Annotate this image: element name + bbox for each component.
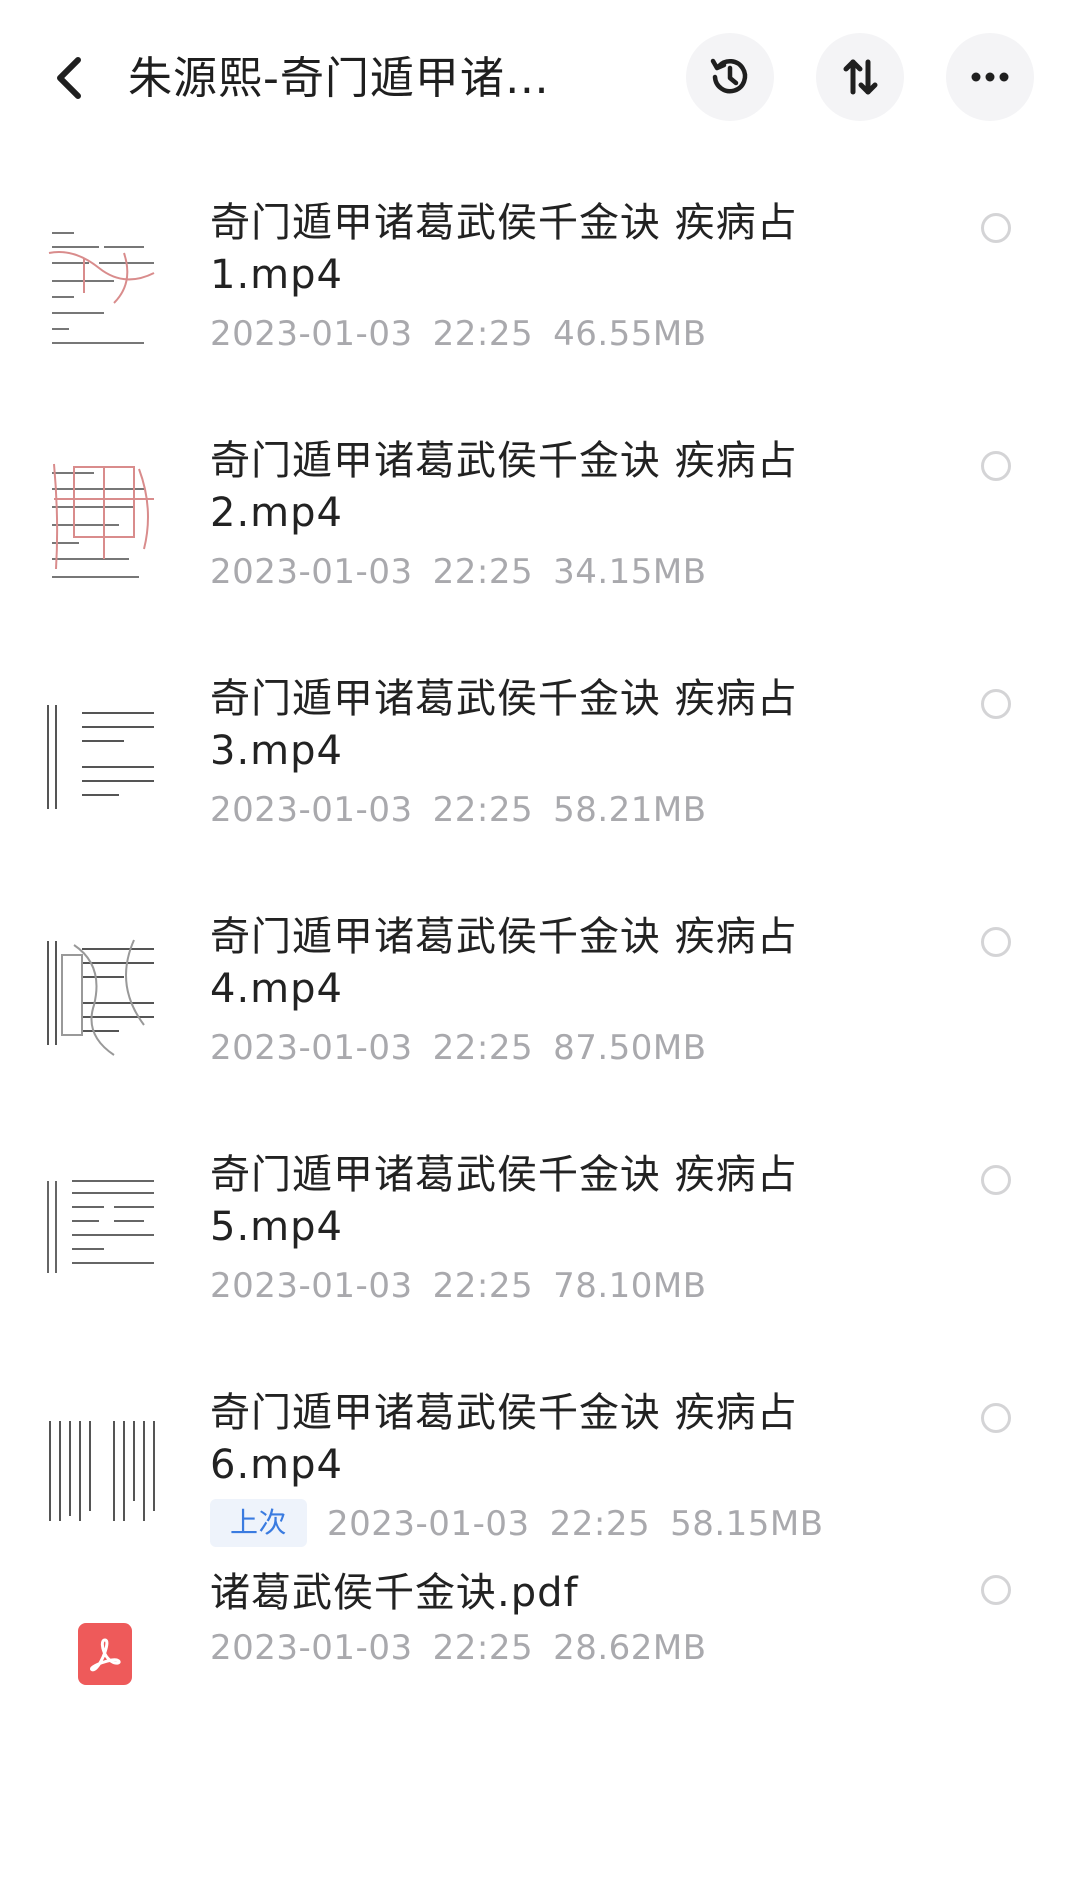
file-size: 34.15MB bbox=[553, 552, 707, 592]
file-size: 28.62MB bbox=[553, 1628, 707, 1668]
select-radio[interactable] bbox=[981, 1575, 1011, 1605]
list-item[interactable]: 奇门遁甲诸葛武侯千金诀 疾病占5.mp4 2023-01-03 22:25 78.1… bbox=[0, 1107, 1080, 1345]
select-radio[interactable] bbox=[981, 213, 1011, 243]
list-item[interactable]: 奇门遁甲诸葛武侯千金诀 疾病占3.mp4 2023-01-03 22:25 58.2… bbox=[0, 631, 1080, 869]
file-meta: 2023-01-03 22:25 34.15MB bbox=[210, 547, 727, 597]
history-button[interactable] bbox=[686, 33, 774, 121]
video-thumbnail bbox=[44, 1411, 164, 1541]
file-meta: 2023-01-03 22:25 58.21MB bbox=[210, 785, 727, 835]
video-thumbnail bbox=[44, 223, 164, 353]
list-item[interactable]: 奇门遁甲诸葛武侯千金诀 疾病占1.mp4 2023-01-03 22:25 46.5… bbox=[0, 155, 1080, 393]
file-meta: 2023-01-03 22:25 78.10MB bbox=[210, 1261, 727, 1311]
file-time: 22:25 bbox=[432, 790, 534, 830]
history-icon bbox=[710, 58, 748, 94]
file-time: 22:25 bbox=[432, 1266, 534, 1306]
pdf-file-icon bbox=[78, 1623, 132, 1685]
file-size: 58.15MB bbox=[670, 1504, 824, 1544]
file-meta: 2023-01-03 22:25 46.55MB bbox=[210, 309, 727, 359]
video-thumbnail bbox=[44, 1173, 164, 1303]
file-date: 2023-01-03 bbox=[210, 1028, 413, 1068]
file-meta: 上次 2023-01-03 22:25 58.15MB bbox=[210, 1499, 844, 1549]
sort-icon bbox=[843, 59, 878, 95]
video-thumbnail bbox=[44, 459, 164, 589]
file-size: 46.55MB bbox=[553, 314, 707, 354]
video-thumbnail bbox=[44, 699, 164, 829]
file-date: 2023-01-03 bbox=[210, 790, 413, 830]
list-item[interactable]: 奇门遁甲诸葛武侯千金诀 疾病占6.mp4 上次 2023-01-03 22:25 58… bbox=[0, 1345, 1080, 1583]
more-button[interactable] bbox=[946, 33, 1034, 121]
select-radio[interactable] bbox=[981, 451, 1011, 481]
chevron-left-icon bbox=[57, 57, 81, 99]
file-name: 诸葛武侯千金诀.pdf bbox=[210, 1570, 579, 1616]
file-name: 奇门遁甲诸葛武侯千金诀 疾病占1.mp4 bbox=[210, 200, 798, 298]
list-item[interactable]: 诸葛武侯千金诀.pdf 2023-01-03 22:25 28.62MB bbox=[0, 1570, 1080, 1821]
select-radio[interactable] bbox=[981, 1403, 1011, 1433]
file-name: 奇门遁甲诸葛武侯千金诀 疾病占2.mp4 bbox=[210, 438, 798, 536]
more-dots-icon bbox=[971, 72, 1009, 82]
file-size: 58.21MB bbox=[553, 790, 707, 830]
file-meta: 2023-01-03 22:25 87.50MB bbox=[210, 1023, 727, 1073]
file-meta: 2023-01-03 22:25 28.62MB bbox=[210, 1623, 727, 1673]
file-name: 奇门遁甲诸葛武侯千金诀 疾病占3.mp4 bbox=[210, 676, 798, 774]
folder-title: 朱源熙-奇门遁甲诸… bbox=[128, 53, 550, 104]
header-bar: 朱源熙-奇门遁甲诸… bbox=[0, 0, 1080, 155]
back-button[interactable] bbox=[46, 48, 96, 108]
list-item[interactable]: 奇门遁甲诸葛武侯千金诀 疾病占2.mp4 2023-01-03 22:25 34.1… bbox=[0, 393, 1080, 631]
file-time: 22:25 bbox=[549, 1504, 651, 1544]
select-radio[interactable] bbox=[981, 689, 1011, 719]
file-date: 2023-01-03 bbox=[210, 314, 413, 354]
file-time: 22:25 bbox=[432, 552, 534, 592]
file-time: 22:25 bbox=[432, 1628, 534, 1668]
list-item[interactable]: 奇门遁甲诸葛武侯千金诀 疾病占4.mp4 2023-01-03 22:25 87.5… bbox=[0, 869, 1080, 1107]
file-date: 2023-01-03 bbox=[210, 1628, 413, 1668]
file-time: 22:25 bbox=[432, 1028, 534, 1068]
video-thumbnail bbox=[44, 935, 164, 1065]
file-name: 奇门遁甲诸葛武侯千金诀 疾病占6.mp4 bbox=[210, 1390, 798, 1488]
file-date: 2023-01-03 bbox=[327, 1504, 530, 1544]
file-size: 78.10MB bbox=[553, 1266, 707, 1306]
file-date: 2023-01-03 bbox=[210, 1266, 413, 1306]
file-time: 22:25 bbox=[432, 314, 534, 354]
last-played-badge: 上次 bbox=[210, 1499, 308, 1547]
file-name: 奇门遁甲诸葛武侯千金诀 疾病占5.mp4 bbox=[210, 1152, 798, 1250]
select-radio[interactable] bbox=[981, 1165, 1011, 1195]
select-radio[interactable] bbox=[981, 927, 1011, 957]
file-date: 2023-01-03 bbox=[210, 552, 413, 592]
sort-button[interactable] bbox=[816, 33, 904, 121]
file-name: 奇门遁甲诸葛武侯千金诀 疾病占4.mp4 bbox=[210, 914, 798, 1012]
file-size: 87.50MB bbox=[553, 1028, 707, 1068]
